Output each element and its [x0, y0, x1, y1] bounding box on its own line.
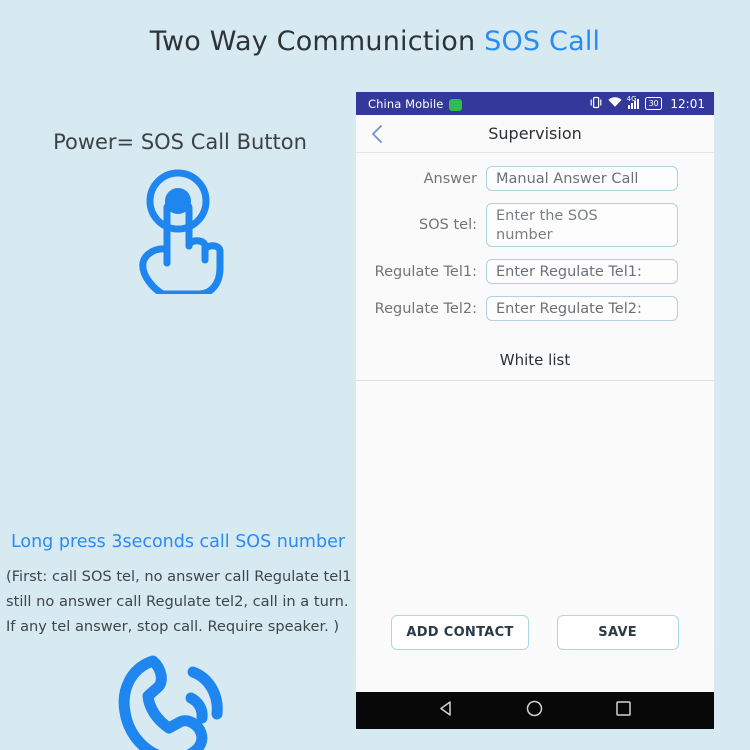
form-row-regulate-tel1: Regulate Tel1: Enter Regulate Tel1:	[356, 259, 714, 284]
settings-form: Answer Manual Answer Call SOS tel: Enter…	[356, 153, 714, 343]
android-nav-bar	[356, 692, 714, 729]
action-button-bar: ADD CONTACT SAVE	[356, 609, 714, 650]
long-press-note: Long press 3seconds call SOS number	[10, 532, 346, 552]
nav-recents-square-icon[interactable]	[614, 699, 633, 722]
sos-tel-placeholder-line1: Enter the SOS	[496, 208, 598, 224]
sos-tel-placeholder-line2: number	[496, 227, 553, 243]
status-icons: 4G 30 12:01	[590, 95, 705, 112]
whitelist-body	[356, 381, 714, 609]
signal-bars-icon: 4G	[627, 95, 639, 109]
phone-call-waves-icon	[0, 648, 356, 750]
answer-label: Answer	[423, 170, 477, 187]
sos-tel-label: SOS tel:	[419, 217, 477, 233]
carrier-label: China Mobile	[368, 96, 444, 111]
back-chevron-icon[interactable]	[370, 124, 383, 144]
app-bar-title: Supervision	[488, 124, 582, 143]
regulate-tel2-input[interactable]: Enter Regulate Tel2:	[486, 296, 678, 321]
regulate-tel1-input[interactable]: Enter Regulate Tel1:	[486, 259, 678, 284]
form-row-sos-tel: SOS tel: Enter the SOS number	[356, 203, 714, 247]
status-clock: 12:01	[670, 96, 705, 111]
page-root: Two Way Communiction SOS Call Power= SOS…	[0, 0, 750, 750]
app-bar: Supervision	[356, 115, 714, 153]
regulate-tel1-label: Regulate Tel1:	[374, 263, 477, 280]
regulate-tel2-label: Regulate Tel2:	[374, 300, 477, 317]
nav-home-circle-icon[interactable]	[525, 699, 544, 722]
form-row-regulate-tel2: Regulate Tel2: Enter Regulate Tel2:	[356, 296, 714, 321]
whitelist-title: White list	[499, 351, 571, 369]
detail-line: (First: call SOS tel, no answer call Reg…	[6, 568, 352, 585]
network-type-label: 4G	[626, 94, 637, 103]
wechat-icon	[449, 98, 463, 111]
form-row-answer: Answer Manual Answer Call	[356, 166, 714, 191]
detail-text: (First: call SOS tel, no answer call Reg…	[6, 564, 358, 639]
phone-mockup: China Mobile 4G 30 12:01 Supervision Ans…	[356, 92, 714, 729]
vibrate-icon	[590, 96, 602, 112]
add-contact-button[interactable]: ADD CONTACT	[391, 615, 529, 650]
answer-field[interactable]: Manual Answer Call	[486, 166, 678, 191]
left-panel: Power= SOS Call Button Long press 3secon…	[0, 130, 356, 750]
save-button[interactable]: SAVE	[556, 615, 679, 650]
tap-hand-icon	[0, 168, 356, 298]
sos-tel-input[interactable]: Enter the SOS number	[486, 203, 678, 247]
page-title-accent: SOS Call	[484, 26, 601, 57]
detail-line: still no answer call Regulate tel2, call…	[6, 593, 349, 610]
detail-line: If any tel answer, stop call. Require sp…	[6, 618, 340, 635]
page-title: Two Way Communiction SOS Call	[0, 26, 750, 57]
battery-indicator: 30	[644, 97, 663, 110]
phone-status-bar: China Mobile 4G 30 12:01	[356, 92, 714, 115]
power-label: Power= SOS Call Button	[53, 130, 307, 154]
wifi-icon	[608, 96, 622, 111]
nav-back-triangle-icon[interactable]	[437, 699, 456, 722]
page-title-main: Two Way Communiction	[149, 26, 485, 57]
whitelist-header: White list	[356, 343, 714, 381]
